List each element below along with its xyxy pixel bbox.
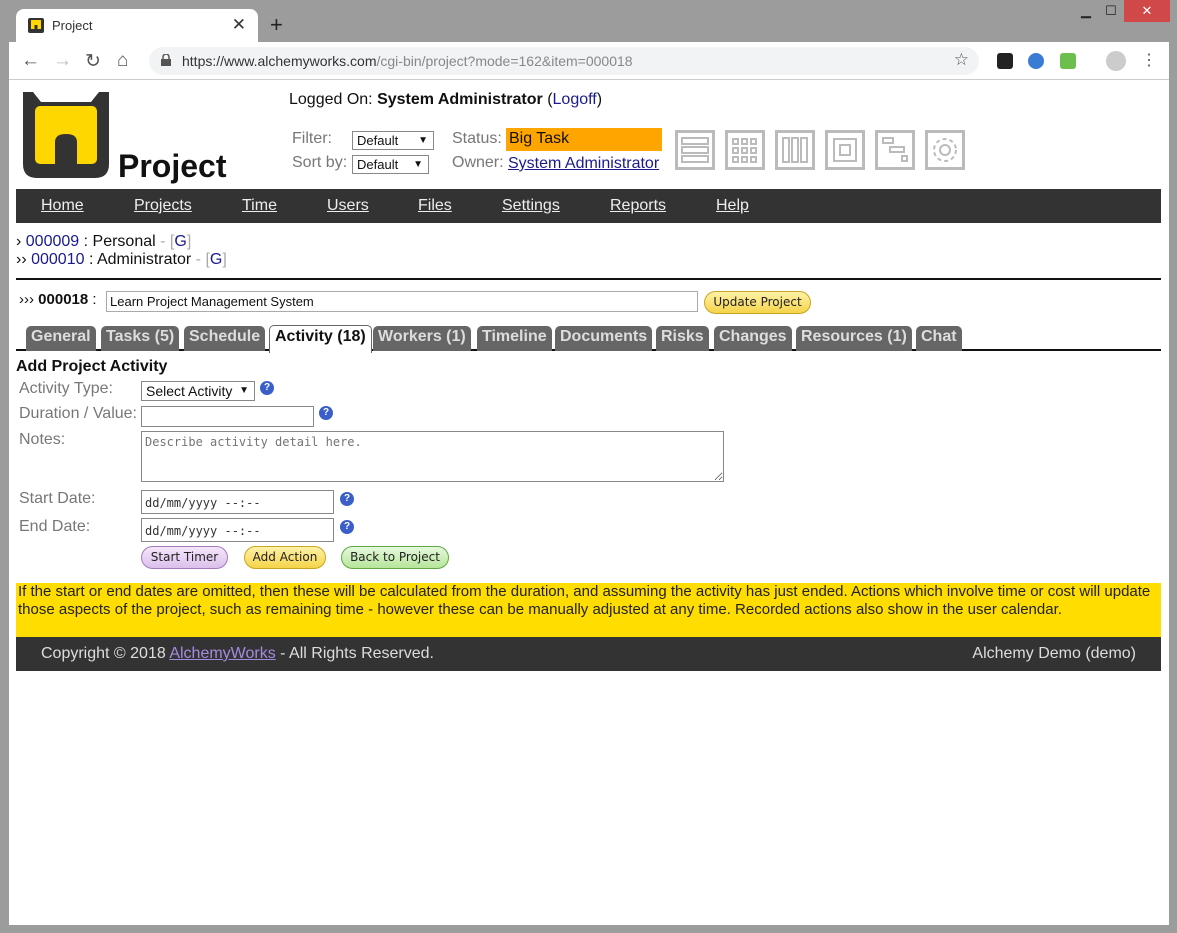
owner-link[interactable]: System Administrator [508,155,659,173]
app-logo [23,92,109,178]
app-title: Project [118,148,227,184]
favicon-icon [28,18,44,33]
form-heading: Add Project Activity [16,358,168,375]
window-close-icon[interactable]: ✕ [1124,0,1170,22]
tab-chat[interactable]: Chat [916,326,962,351]
back-to-project-button[interactable]: Back to Project [341,546,449,569]
help-icon[interactable]: ? [340,520,354,534]
menu-users[interactable]: Users [327,197,369,215]
instance-name: Alchemy Demo (demo) [972,645,1136,662]
reload-icon[interactable]: ↻ [85,50,101,73]
filter-select[interactable]: Default ▼ [352,131,434,150]
profile-avatar-icon[interactable] [1106,51,1126,71]
breadcrumb-link[interactable]: 000010 [31,251,84,268]
notes-textarea[interactable] [141,431,724,482]
address-bar[interactable]: https://www.alchemyworks.com/cgi-bin/pro… [149,47,979,75]
status-label: Status: [452,130,502,147]
globe-extension-icon[interactable] [1028,53,1044,69]
grid-view-icon[interactable] [725,130,765,170]
settings-gear-icon[interactable] [925,130,965,170]
start-timer-button[interactable]: Start Timer [141,546,228,569]
tab-changes[interactable]: Changes [714,326,792,351]
notes-label: Notes: [19,431,66,448]
menu-projects[interactable]: Projects [134,197,192,215]
tab-general[interactable]: General [26,326,96,351]
tab-title: Project [52,18,93,33]
tab-risks[interactable]: Risks [656,326,709,351]
help-icon[interactable]: ? [340,492,354,506]
tab-activity[interactable]: Activity (18) [269,325,372,353]
tab-resources[interactable]: Resources (1) [796,326,912,351]
dropdown-arrow-icon: ▼ [239,385,249,396]
divider [16,278,1161,280]
menu-kebab-icon[interactable]: ⋮ [1141,50,1157,70]
url-text: https://www.alchemyworks.com/cgi-bin/pro… [182,53,633,69]
gantt-view-icon[interactable] [875,130,915,170]
project-id-line: ››› 000018 : [19,291,97,308]
sort-select[interactable]: Default ▼ [352,155,429,174]
sort-label: Sort by: [292,154,348,171]
filter-label: Filter: [292,130,332,147]
main-menu: Home Projects Time Users Files Settings … [16,189,1161,223]
tab-close-icon[interactable]: ✕ [232,15,246,35]
add-action-button[interactable]: Add Action [244,546,326,569]
project-name-input[interactable] [106,291,698,312]
menu-time[interactable]: Time [242,197,277,215]
browser-tab[interactable]: Project ✕ [16,9,258,42]
breadcrumb-item: › 000009 : Personal - [G] [16,233,192,250]
list-view-icon[interactable] [675,130,715,170]
project-tabs: General Tasks (5) Schedule Activity (18)… [16,325,1161,353]
home-icon[interactable]: ⌂ [117,50,128,72]
breadcrumb-g-link[interactable]: G [174,233,186,250]
info-notice: If the start or end dates are omitted, t… [16,583,1161,637]
breadcrumb-link[interactable]: 000009 [26,233,79,250]
footer: Copyright © 2018 AlchemyWorks - All Righ… [16,637,1161,671]
start-date-input[interactable]: dd/mm/yyyy --:-- [141,490,334,514]
bookmark-star-icon[interactable]: ☆ [954,50,969,70]
breadcrumb-g-link[interactable]: G [210,251,222,268]
tab-schedule[interactable]: Schedule [184,326,266,351]
logged-on-line: Logged On: System Administrator (Logoff) [289,91,603,108]
start-date-label: Start Date: [19,490,96,507]
duration-input[interactable] [141,406,314,427]
dropdown-arrow-icon: ▼ [418,135,428,146]
forward-icon[interactable]: → [53,50,72,72]
activity-type-select[interactable]: Select Activity ▼ [141,381,255,401]
dropdown-arrow-icon: ▼ [413,159,423,170]
logoff-link[interactable]: Logoff [553,91,597,108]
extension-icon[interactable] [997,53,1013,69]
help-icon[interactable]: ? [319,406,333,420]
single-view-icon[interactable] [825,130,865,170]
tab-timeline[interactable]: Timeline [477,326,552,351]
browser-toolbar: ← → ↻ ⌂ https://www.alchemyworks.com/cgi… [9,42,1169,80]
logged-user: System Administrator [377,91,543,108]
menu-settings[interactable]: Settings [502,197,560,215]
menu-help[interactable]: Help [716,197,749,215]
activity-type-label: Activity Type: [19,380,113,397]
browser-titlebar: Project ✕ + ▁ ☐ ✕ [0,0,1177,42]
owner-label: Owner: [452,154,504,171]
breadcrumb-item: ›› 000010 : Administrator - [G] [16,251,227,268]
help-icon[interactable]: ? [260,381,274,395]
copyright: Copyright © 2018 AlchemyWorks - All Righ… [41,645,434,662]
menu-files[interactable]: Files [418,197,452,215]
back-icon[interactable]: ← [21,50,40,72]
column-view-icon[interactable] [775,130,815,170]
tab-workers[interactable]: Workers (1) [373,326,471,351]
end-date-input[interactable]: dd/mm/yyyy --:-- [141,518,334,542]
page: Project Logged On: System Administrator … [9,80,1169,925]
update-project-button[interactable]: Update Project [704,291,811,314]
new-tab-icon[interactable]: + [270,12,283,38]
duration-label: Duration / Value: [19,405,137,422]
shield-extension-icon[interactable] [1060,53,1076,69]
status-badge: Big Task [506,128,662,151]
tab-tasks[interactable]: Tasks (5) [101,326,180,351]
lock-icon [161,54,171,66]
tab-documents[interactable]: Documents [555,326,653,351]
menu-home[interactable]: Home [41,197,84,215]
menu-reports[interactable]: Reports [610,197,666,215]
end-date-label: End Date: [19,518,91,535]
alchemyworks-link[interactable]: AlchemyWorks [169,645,275,662]
